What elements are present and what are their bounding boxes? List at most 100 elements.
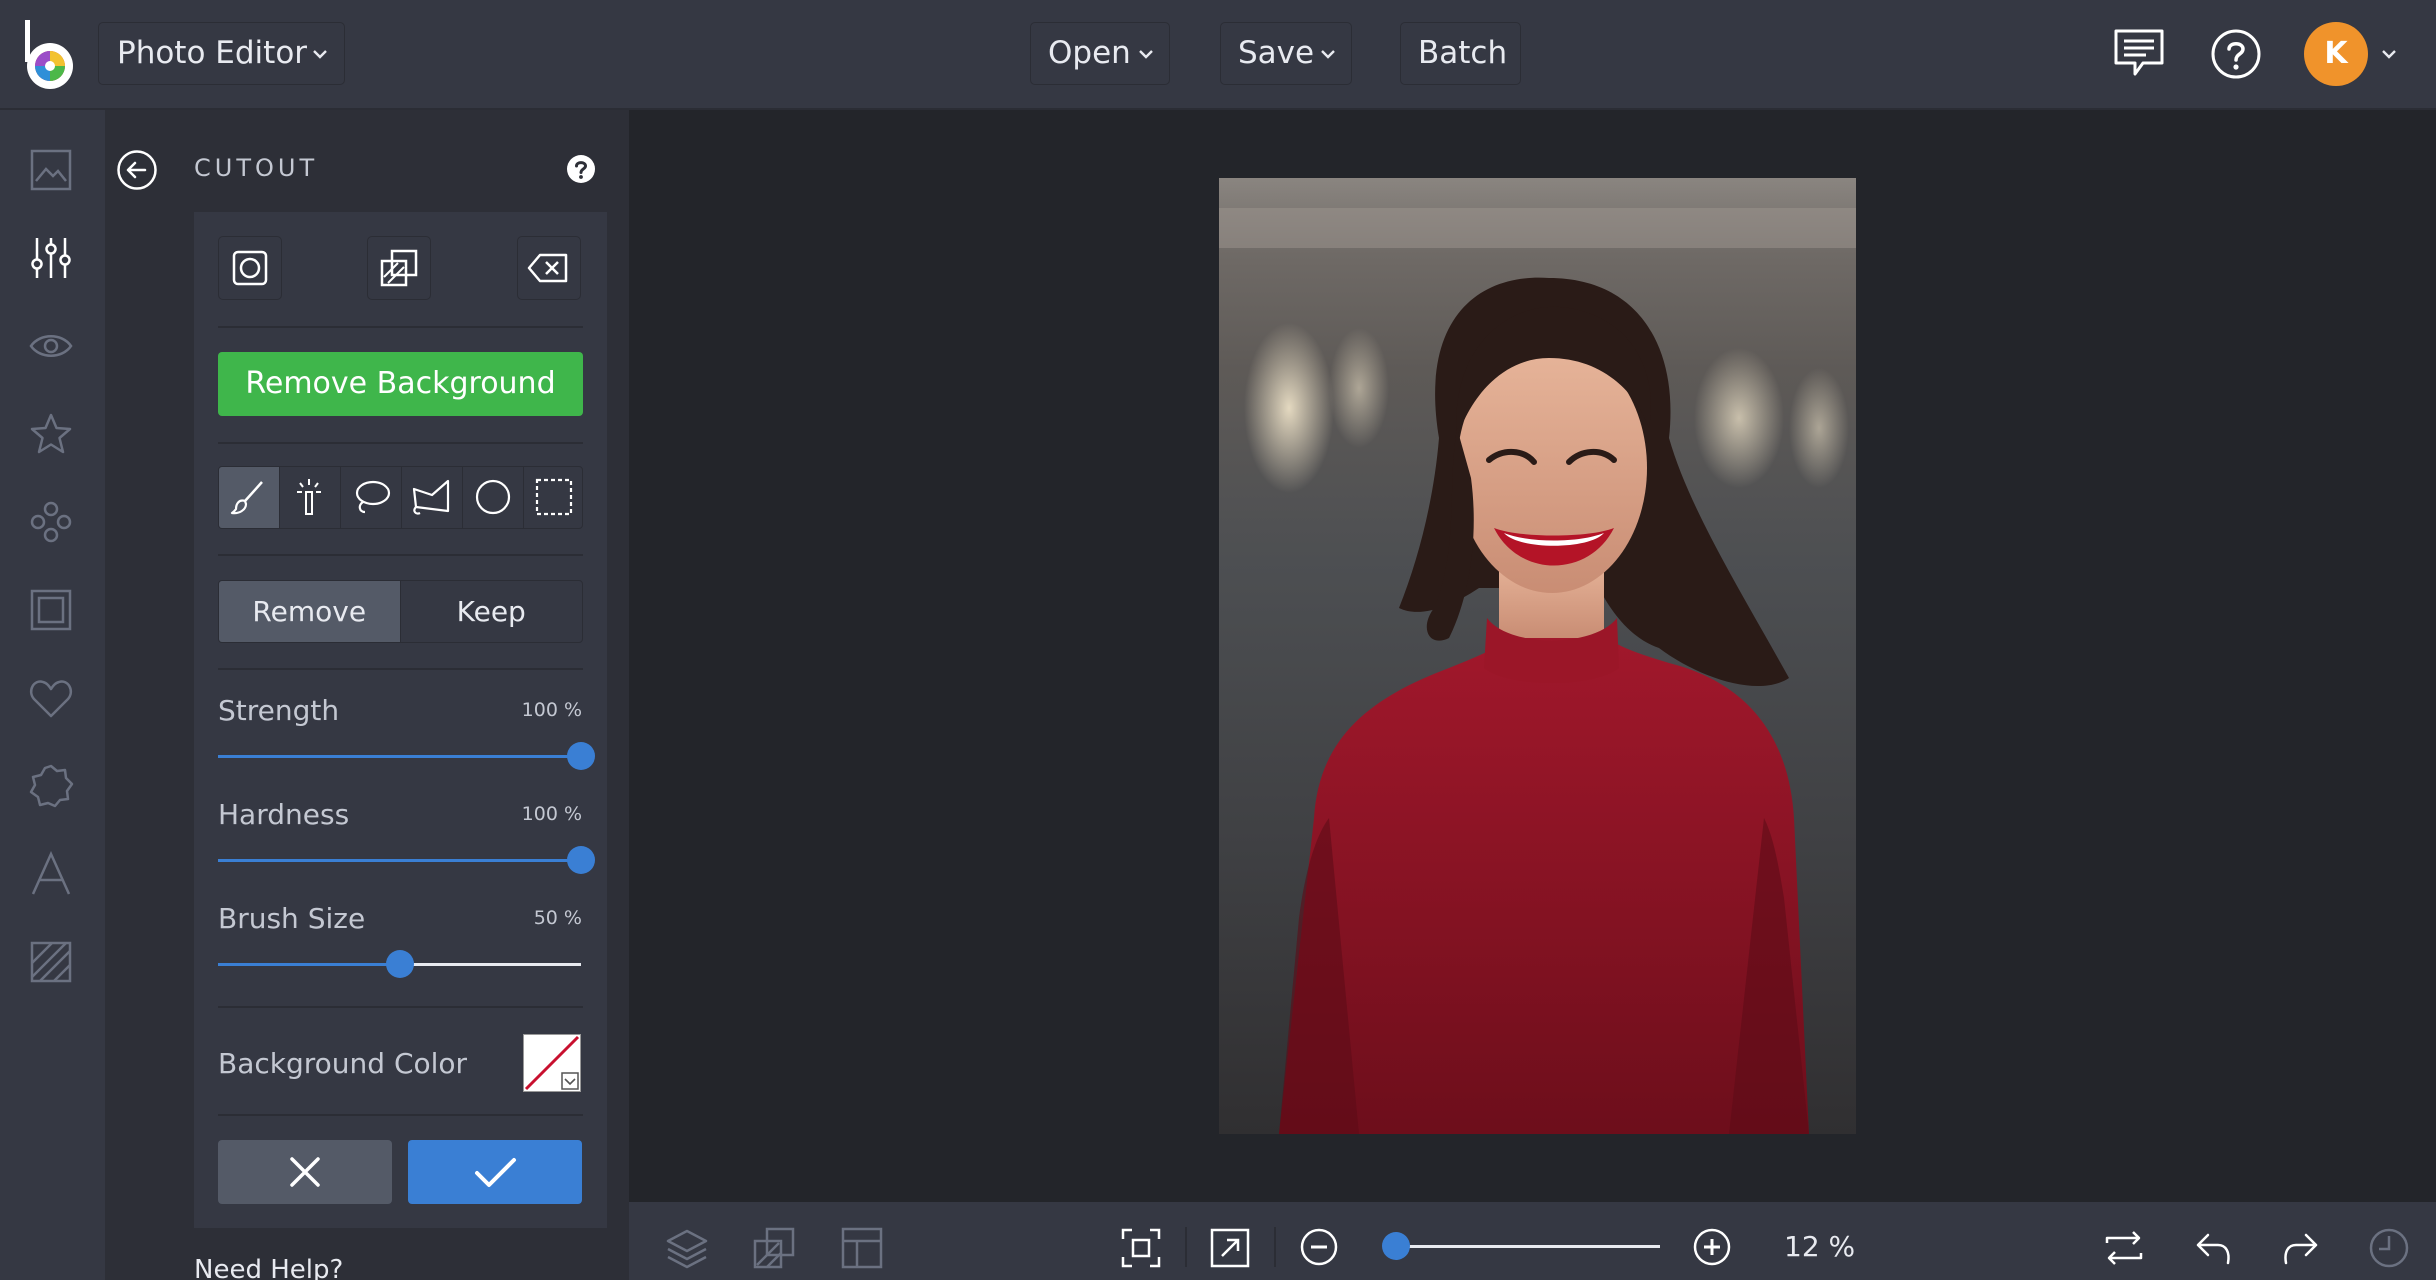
batch-button[interactable]: Batch	[1400, 22, 1521, 85]
app-menu-button[interactable]: Photo Editor	[98, 22, 345, 85]
eraser-icon	[527, 253, 568, 283]
layers-icon[interactable]	[664, 1225, 710, 1271]
transparent-swatch-icon	[524, 1035, 580, 1091]
magic-wand-icon	[297, 479, 321, 515]
layout-icon[interactable]	[839, 1225, 885, 1271]
divider	[218, 326, 583, 328]
divider	[1185, 1227, 1187, 1267]
panel-help-icon[interactable]	[566, 154, 596, 184]
photo-preview[interactable]	[1219, 178, 1856, 1134]
texture-icon[interactable]	[28, 939, 74, 985]
frame-icon[interactable]	[28, 587, 74, 633]
cutout-shape-button[interactable]	[218, 236, 282, 300]
background-color-swatch[interactable]	[523, 1034, 581, 1092]
overlay-layers-icon[interactable]	[751, 1225, 797, 1271]
need-help-link[interactable]: Need Help?	[194, 1255, 343, 1280]
eraser-button[interactable]	[517, 236, 581, 300]
badge-icon[interactable]	[28, 763, 74, 809]
eye-icon[interactable]	[28, 323, 74, 369]
chevron-down-icon	[1321, 50, 1335, 59]
magic-wand-tool[interactable]	[280, 467, 341, 528]
zoom-in-icon[interactable]	[1692, 1227, 1732, 1267]
strength-value: 100 %	[521, 699, 582, 721]
divider	[218, 554, 583, 556]
cutout-shape-icon	[232, 250, 268, 286]
history-icon[interactable]	[2366, 1225, 2412, 1271]
selection-tools	[218, 466, 583, 529]
divider	[218, 1006, 583, 1008]
actual-size-icon[interactable]	[1207, 1225, 1253, 1271]
chevron-down-icon	[1139, 50, 1153, 59]
top-bar: Photo Editor Open Save Batch K	[0, 0, 2436, 110]
hardness-slider-fill	[218, 859, 581, 862]
hardness-label: Hardness	[218, 798, 350, 831]
ellipse-select-tool[interactable]	[463, 467, 524, 528]
overlay-icon	[380, 249, 418, 287]
heart-icon[interactable]	[28, 675, 74, 721]
remove-keep-toggle: Remove Keep	[218, 580, 583, 643]
hardness-slider[interactable]	[218, 846, 595, 874]
close-icon	[290, 1157, 320, 1187]
lasso-icon	[355, 480, 391, 514]
batch-label: Batch	[1418, 35, 1508, 71]
ellipse-select-icon	[475, 479, 511, 515]
strength-label: Strength	[218, 694, 340, 727]
text-icon[interactable]	[28, 851, 74, 897]
zoom-slider-handle[interactable]	[1382, 1232, 1411, 1260]
back-arrow-icon[interactable]	[116, 149, 158, 191]
zoom-level: 12 %	[1784, 1230, 1856, 1263]
compare-icon[interactable]	[2101, 1225, 2147, 1271]
save-button[interactable]: Save	[1220, 22, 1352, 85]
user-avatar[interactable]: K	[2304, 22, 2368, 86]
lasso-tool[interactable]	[341, 467, 402, 528]
divider	[218, 442, 583, 444]
hardness-value: 100 %	[521, 803, 582, 825]
strength-slider[interactable]	[218, 742, 595, 770]
photo-editor-app: Photo Editor Open Save Batch K CUTOUT Re…	[0, 0, 2436, 1280]
fit-to-screen-icon[interactable]	[1118, 1225, 1164, 1271]
apply-button[interactable]	[408, 1140, 582, 1204]
cancel-button[interactable]	[218, 1140, 392, 1204]
panel-back-strip	[105, 110, 171, 1280]
hardness-slider-handle[interactable]	[567, 846, 595, 874]
overlay-button[interactable]	[367, 236, 431, 300]
chevron-down-icon	[313, 50, 327, 59]
remove-background-button[interactable]: Remove Background	[218, 352, 583, 416]
chevron-down-icon[interactable]	[2380, 45, 2398, 63]
undo-icon[interactable]	[2190, 1225, 2236, 1271]
brush-size-slider-fill	[218, 963, 400, 966]
brush-size-slider-handle[interactable]	[385, 950, 414, 978]
brush-tool[interactable]	[219, 467, 280, 528]
redo-icon[interactable]	[2278, 1225, 2324, 1271]
remove-toggle-button[interactable]: Remove	[219, 581, 401, 642]
open-label: Open	[1048, 35, 1131, 71]
help-icon[interactable]	[2210, 28, 2262, 80]
image-icon[interactable]	[28, 147, 74, 193]
keep-toggle-button[interactable]: Keep	[401, 581, 583, 642]
divider	[218, 1114, 583, 1116]
strength-slider-fill	[218, 755, 581, 758]
divider	[218, 668, 583, 670]
sliders-icon[interactable]	[28, 235, 74, 281]
zoom-slider[interactable]	[1382, 1232, 1660, 1260]
polygon-lasso-tool[interactable]	[402, 467, 463, 528]
tool-rail	[0, 110, 105, 1280]
strength-slider-handle[interactable]	[567, 742, 595, 770]
befunky-logo-icon[interactable]	[22, 18, 78, 90]
divider	[1274, 1227, 1276, 1267]
open-button[interactable]: Open	[1030, 22, 1170, 85]
brush-size-label: Brush Size	[218, 902, 366, 935]
zoom-out-icon[interactable]	[1299, 1227, 1339, 1267]
polygon-lasso-icon	[412, 479, 450, 515]
brush-size-slider[interactable]	[218, 950, 581, 978]
shapes-icon[interactable]	[28, 499, 74, 545]
brush-size-value: 50 %	[533, 907, 582, 929]
save-label: Save	[1238, 35, 1315, 71]
brush-icon	[230, 481, 263, 515]
app-menu-label: Photo Editor	[117, 35, 308, 71]
rect-select-icon	[535, 478, 573, 516]
bottom-toolbar	[629, 1202, 2436, 1280]
feedback-chat-icon[interactable]	[2113, 28, 2165, 78]
star-icon[interactable]	[28, 411, 74, 457]
rect-select-tool[interactable]	[524, 467, 582, 528]
